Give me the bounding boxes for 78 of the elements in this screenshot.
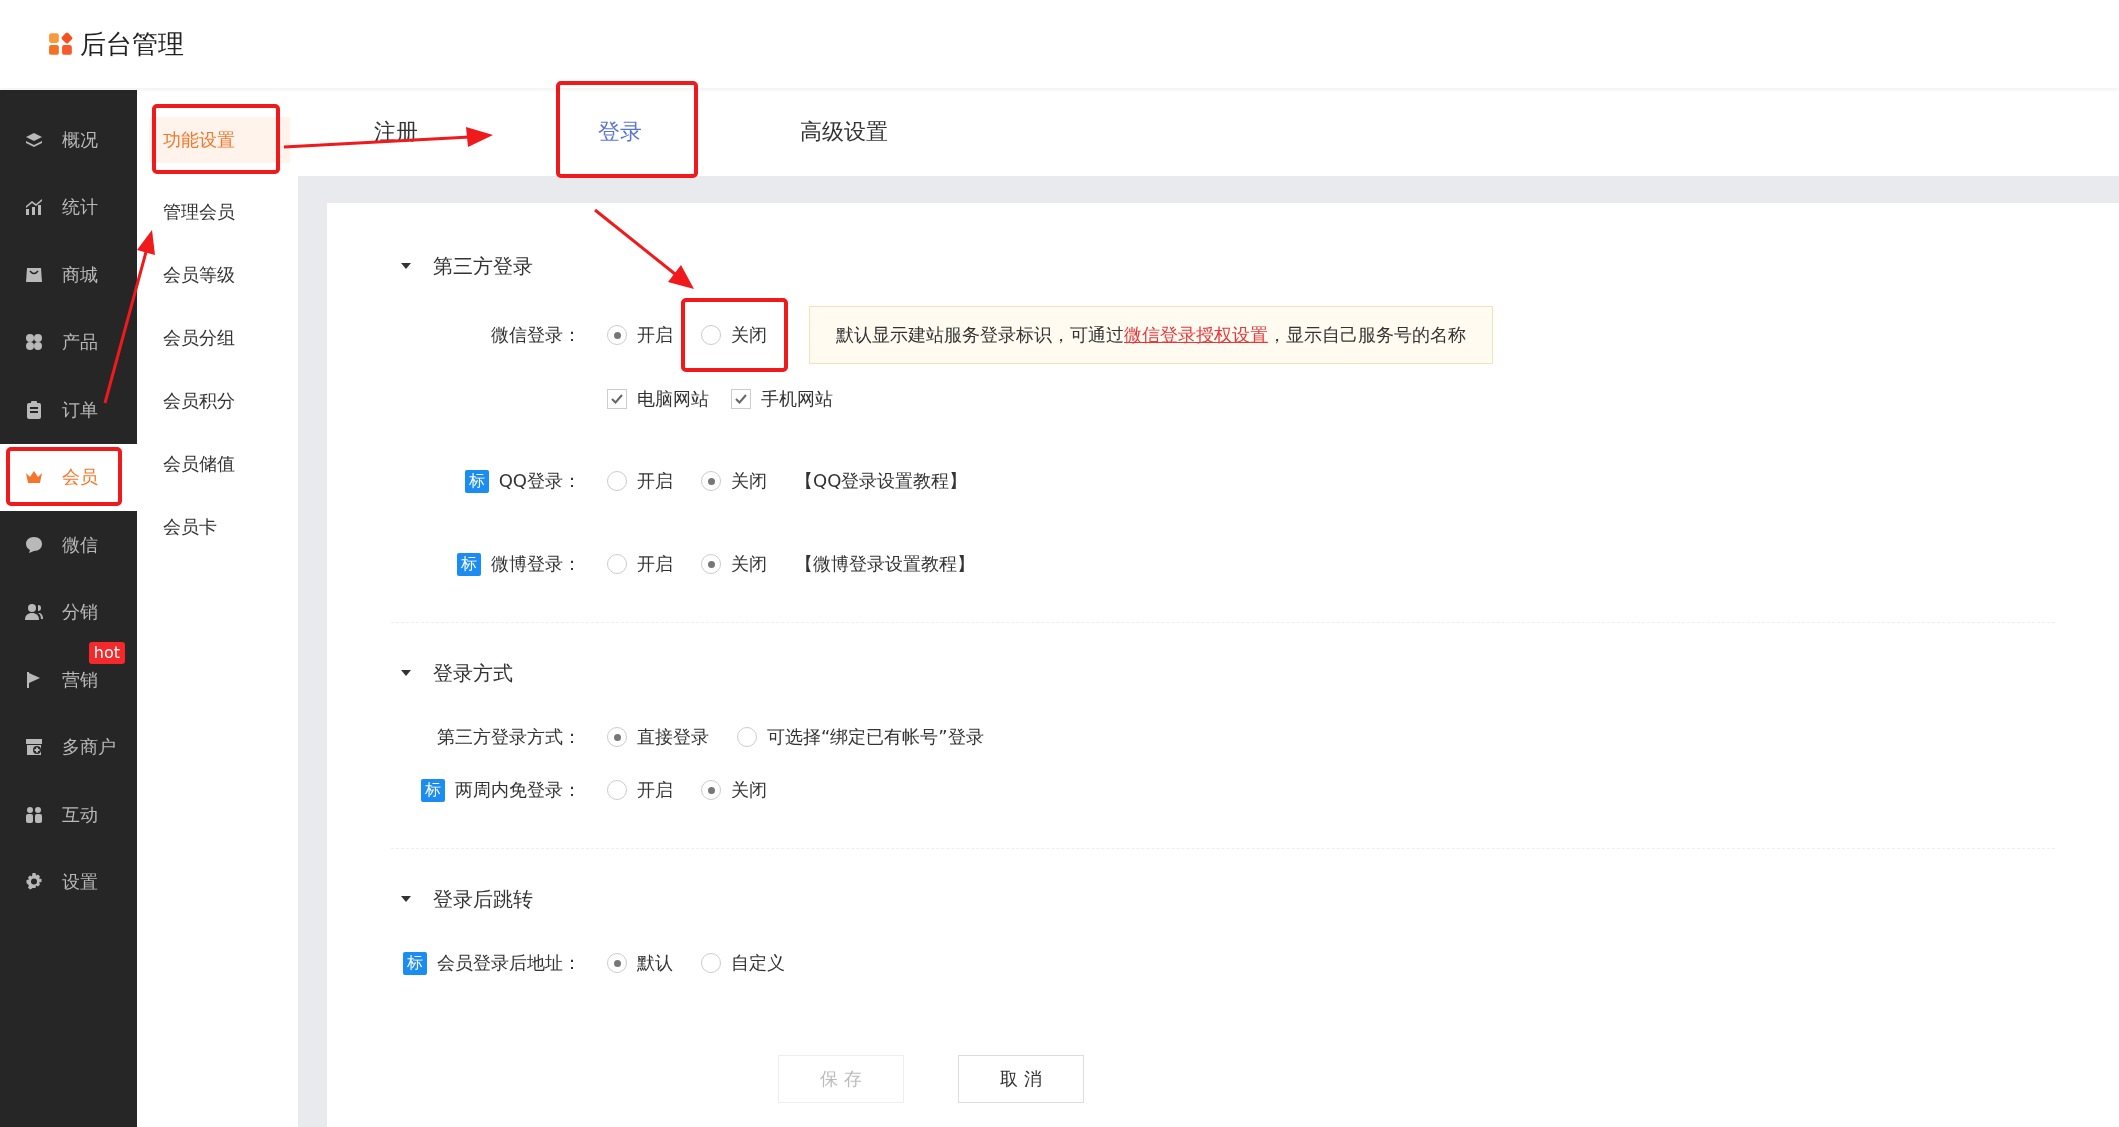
radio-option[interactable]: 开启 (607, 778, 673, 802)
option-label: 开启 (637, 552, 673, 576)
user-icon (24, 602, 44, 623)
clipboard-icon (24, 399, 44, 420)
tutorial-link[interactable]: 【QQ登录设置教程】 (795, 469, 968, 493)
field-label: 微博登录： (491, 552, 581, 576)
logo-icon (48, 31, 74, 57)
tab[interactable]: 高级设置 (786, 90, 902, 176)
caret-icon[interactable] (401, 896, 411, 902)
settings-link[interactable]: 微信登录授权设置 (1124, 324, 1268, 345)
sidebar-item[interactable]: 多商户 (0, 713, 137, 781)
option-label: 关闭 (731, 778, 767, 802)
submenu-item[interactable]: 会员储值 (149, 432, 290, 495)
radio-option[interactable]: 默认 (607, 951, 673, 975)
sidebar-item[interactable]: 产品 (0, 308, 137, 376)
clover-icon (24, 332, 44, 353)
tab[interactable]: 登录 (562, 90, 678, 176)
tag-badge: 标 (464, 469, 489, 493)
caret-icon[interactable] (401, 670, 411, 676)
sidebar-item[interactable]: 微信 (0, 511, 137, 579)
field-label: 会员登录后地址： (437, 951, 581, 975)
option-label: 关闭 (731, 552, 767, 576)
cancel-button[interactable]: 取 消 (958, 1055, 1084, 1103)
sidebar-item[interactable]: 互动 (0, 781, 137, 849)
radio-option[interactable]: 关闭 (701, 323, 767, 347)
tag-badge: 标 (457, 552, 481, 576)
option-label: 手机网站 (761, 387, 833, 411)
radio-option[interactable]: 开启 (607, 469, 673, 493)
option-label: 开启 (637, 323, 673, 347)
submenu-item[interactable]: 会员等级 (149, 243, 290, 306)
checkbox[interactable] (607, 389, 627, 409)
sidebar-item[interactable]: 设置 (0, 848, 137, 916)
option-label: 自定义 (731, 951, 785, 975)
submenu-item[interactable]: 会员卡 (149, 495, 290, 558)
field-label: QQ登录： (498, 469, 581, 493)
sidebar-item[interactable]: 概况 (0, 106, 137, 174)
section-title: 登录方式 (433, 659, 513, 687)
tag-badge: 标 (421, 778, 445, 802)
store-icon (24, 737, 44, 758)
app-title: 后台管理 (80, 27, 184, 61)
checkbox-option[interactable]: 电脑网站 (607, 387, 709, 411)
radio-option[interactable]: 关闭 (701, 552, 767, 576)
sidebar-item[interactable]: 订单 (0, 376, 137, 444)
notice-text: 默认显示建站服务登录标识，可通过微信登录授权设置，显示自己服务号的名称 (836, 323, 1466, 347)
section-title: 第三方登录 (433, 252, 533, 280)
field-label: 微信登录： (491, 323, 581, 347)
radio-option[interactable]: 关闭 (701, 469, 767, 493)
field-label: 两周内免登录： (455, 778, 581, 802)
radio-option[interactable]: 直接登录 (607, 725, 709, 749)
radio-option[interactable]: 开启 (607, 552, 673, 576)
option-label: 默认 (637, 951, 673, 975)
checkbox[interactable] (731, 389, 751, 409)
tutorial-link[interactable]: 【微博登录设置教程】 (795, 552, 975, 576)
option-label: 关闭 (731, 469, 767, 493)
hot-badge: hot (88, 642, 125, 664)
people-icon (24, 804, 44, 825)
submenu-item[interactable]: 管理会员 (149, 180, 290, 243)
radio-option[interactable]: 关闭 (701, 778, 767, 802)
caret-icon[interactable] (401, 263, 411, 269)
radio-option[interactable]: 开启 (607, 323, 673, 347)
sidebar-item[interactable]: 统计 (0, 173, 137, 241)
option-label: 直接登录 (637, 725, 709, 749)
section-title: 登录后跳转 (433, 885, 533, 913)
submenu-item[interactable]: 会员积分 (149, 369, 290, 432)
sidebar-item[interactable]: 商城 (0, 241, 137, 309)
radio-option[interactable]: 自定义 (701, 951, 785, 975)
option-label: 开启 (637, 469, 673, 493)
check-icon (611, 394, 623, 404)
tag-badge: 标 (403, 951, 427, 975)
checkbox-option[interactable]: 手机网站 (731, 387, 833, 411)
chat-icon (24, 534, 44, 555)
option-label: 关闭 (731, 323, 767, 347)
option-label: 电脑网站 (637, 387, 709, 411)
submenu-item[interactable]: 会员分组 (149, 306, 290, 369)
chart-icon (24, 197, 44, 218)
option-label: 开启 (637, 778, 673, 802)
check-icon (735, 394, 747, 404)
field-label: 第三方登录方式： (437, 725, 581, 749)
